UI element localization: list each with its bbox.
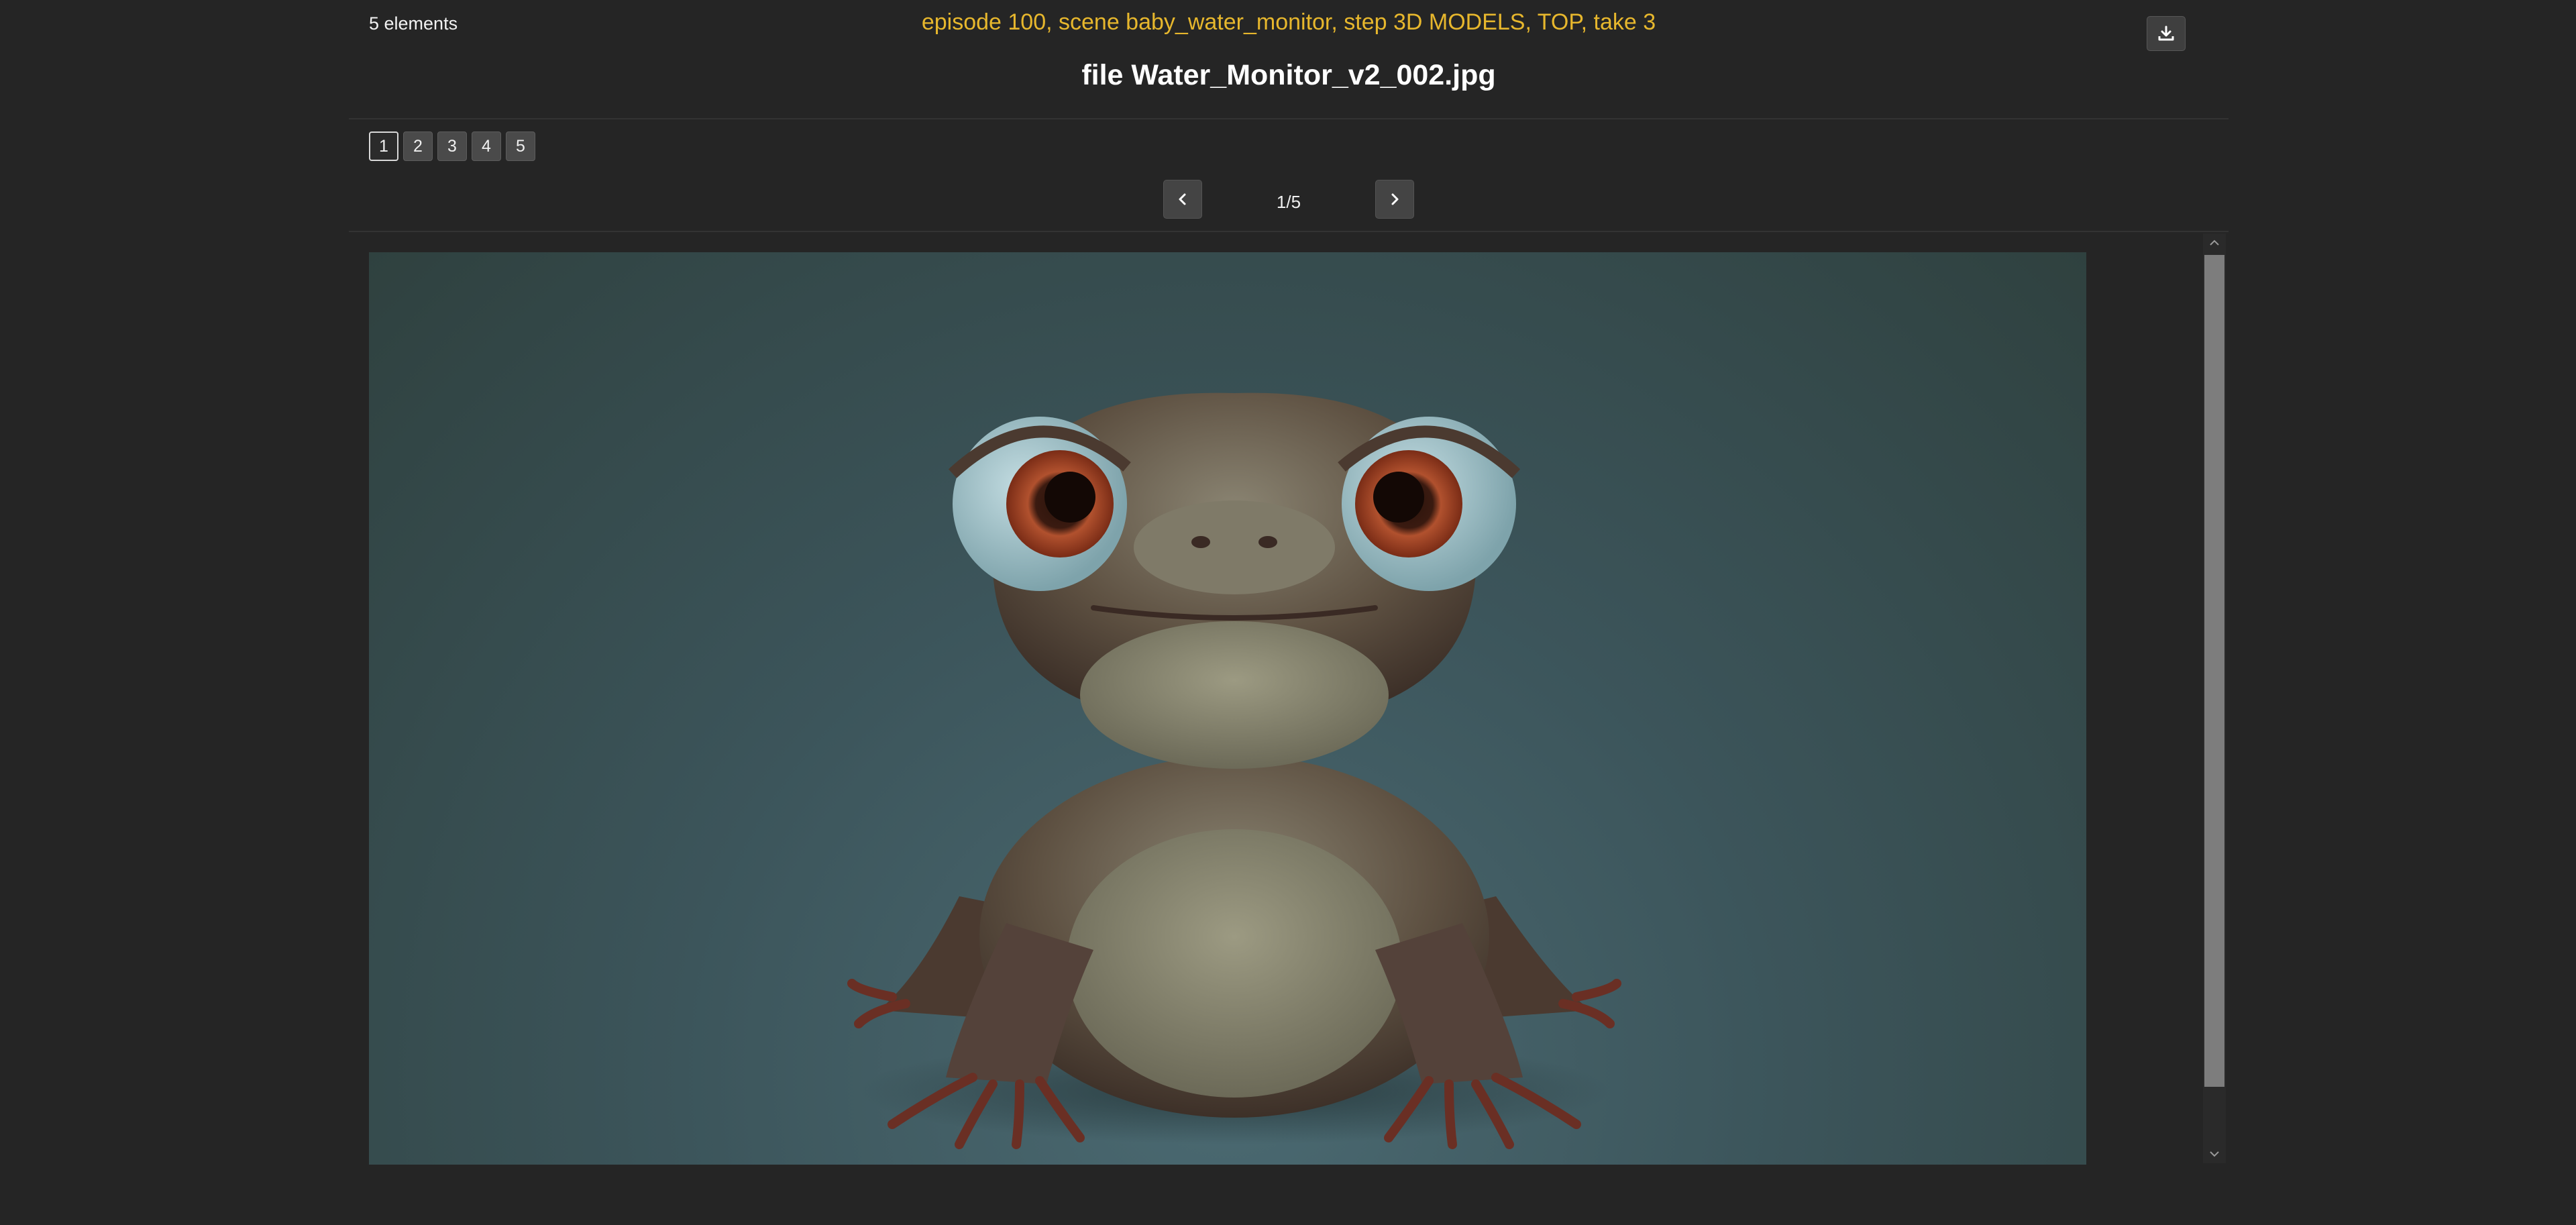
preview-image bbox=[369, 252, 2086, 1165]
scroll-thumb[interactable] bbox=[2204, 255, 2224, 1087]
page-button-5[interactable]: 5 bbox=[506, 131, 535, 161]
download-button[interactable] bbox=[2147, 16, 2186, 51]
viewer-panel: 5 elements episode 100, scene baby_water… bbox=[349, 0, 2229, 1225]
divider bbox=[349, 118, 2229, 119]
scroll-down-icon[interactable] bbox=[2203, 1144, 2226, 1163]
context-title: episode 100, scene baby_water_monitor, s… bbox=[921, 9, 1656, 35]
position-indicator: 1/5 bbox=[1276, 192, 1301, 212]
file-name: file Water_Monitor_v2_002.jpg bbox=[1081, 59, 1496, 91]
page-selector: 1 2 3 4 5 bbox=[369, 131, 535, 161]
chevron-left-icon bbox=[1179, 193, 1186, 205]
chevron-right-icon bbox=[1391, 193, 1399, 205]
lizard-render bbox=[847, 392, 1621, 1149]
page-button-3[interactable]: 3 bbox=[437, 131, 467, 161]
next-button[interactable] bbox=[1375, 180, 1414, 219]
scroll-up-icon[interactable] bbox=[2203, 233, 2226, 252]
previous-button[interactable] bbox=[1163, 180, 1202, 219]
page-button-1[interactable]: 1 bbox=[369, 131, 398, 161]
page-button-2[interactable]: 2 bbox=[403, 131, 433, 161]
download-icon bbox=[2158, 25, 2174, 41]
vertical-scrollbar[interactable] bbox=[2203, 233, 2226, 1163]
page-button-4[interactable]: 4 bbox=[472, 131, 501, 161]
divider bbox=[349, 231, 2229, 232]
